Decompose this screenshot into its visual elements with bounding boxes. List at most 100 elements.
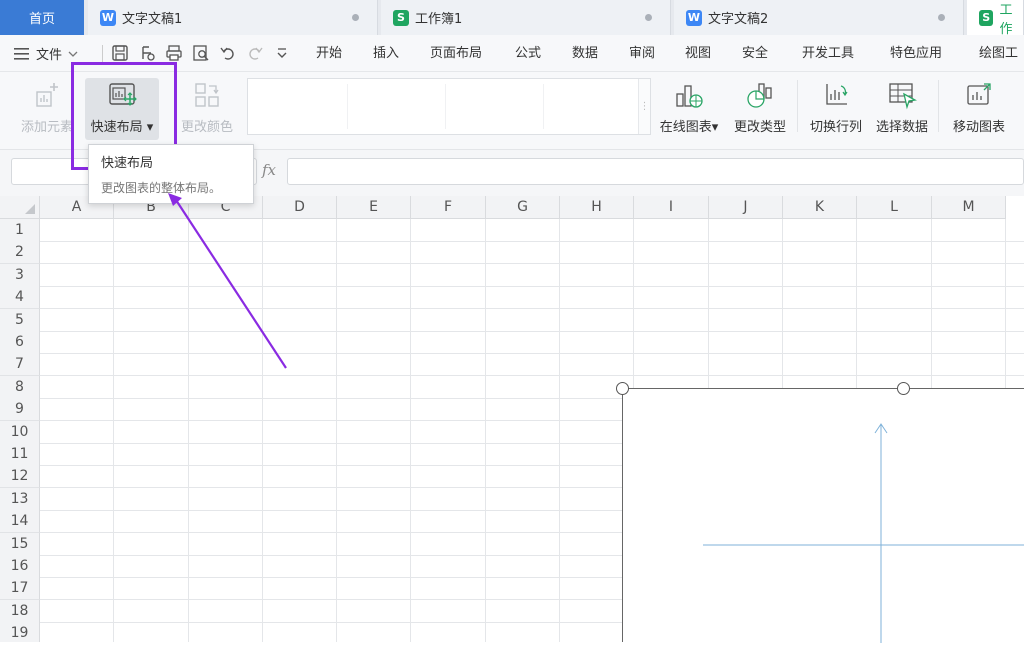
column-header[interactable]: J [709,196,783,219]
menu-view[interactable]: 视图 [685,35,711,72]
undo-icon[interactable] [219,44,237,62]
home-tab[interactable]: 首页 [0,0,84,35]
online-chart-button[interactable]: 在线图表▾ [656,78,722,140]
menu-insert[interactable]: 插入 [373,35,399,72]
row-header[interactable]: 1 [0,219,40,242]
tab-close-dot[interactable] [352,14,359,21]
online-chart-icon [676,85,703,108]
select-data-icon [889,83,917,110]
writer-icon: W [100,9,116,26]
menu-start[interactable]: 开始 [316,35,342,72]
switch-row-col-label: 切换行列 [809,120,862,135]
tab-close-dot[interactable] [938,14,945,21]
row-header[interactable]: 12 [0,465,40,488]
spreadsheet-icon: S [979,9,994,26]
switch-row-col-button[interactable]: 切换行列 [806,78,866,140]
tab-doc2[interactable]: W 文字文稿2 [674,0,964,35]
quick-layout-tooltip: 快速布局 更改图表的整体布局。 [88,144,254,204]
menu-formula[interactable]: 公式 [515,35,541,72]
customize-toolbar-icon[interactable] [273,44,291,62]
chart-style-gallery[interactable]: ⋮ [247,78,651,135]
menu-review[interactable]: 审阅 [629,35,655,72]
change-type-label: 更改类型 [733,120,786,135]
row-header[interactable]: 3 [0,264,40,287]
row-header[interactable]: 16 [0,555,40,578]
column-header[interactable]: L [857,196,932,219]
tab-workbook1[interactable]: S 工作簿1 [381,0,671,35]
select-all-corner[interactable] [0,196,40,219]
row-header[interactable]: 5 [0,309,40,332]
print-preview-icon[interactable] [192,44,210,62]
column-header[interactable]: E [337,196,411,219]
tab-workbook-active[interactable]: S 工作 [967,0,1024,35]
row-header[interactable]: 17 [0,577,40,600]
chart-resize-handle[interactable] [616,382,629,395]
file-menu[interactable]: 文件 [14,35,78,72]
menu-data[interactable]: 数据 [572,35,598,72]
row-header[interactable]: 18 [0,600,40,623]
style-option[interactable] [252,84,348,129]
row-header[interactable]: 15 [0,533,40,556]
row-header[interactable]: 6 [0,331,40,354]
row-header[interactable]: 9 [0,398,40,421]
chart-object[interactable] [622,388,1024,643]
row-header[interactable]: 4 [0,286,40,309]
change-color-button[interactable]: 更改颜色 [172,78,242,140]
column-header[interactable]: I [634,196,709,219]
function-icon[interactable]: fx [262,161,276,179]
change-color-icon [195,83,219,107]
row-header[interactable]: 7 [0,353,40,376]
menu-page-layout[interactable]: 页面布局 [430,35,482,72]
chevron-down-icon [68,51,78,57]
change-type-icon [747,83,772,108]
row-header[interactable]: 14 [0,510,40,533]
move-chart-icon [967,83,991,105]
tab-close-dot[interactable] [645,14,652,21]
row-header[interactable]: 11 [0,443,40,466]
column-header[interactable]: D [263,196,337,219]
style-option[interactable] [350,84,446,129]
spreadsheet-icon: S [393,9,409,26]
gallery-more-button[interactable]: ⋮ [638,79,650,134]
menu-special[interactable]: 特色应用 [890,35,942,72]
tooltip-title: 快速布局 [101,156,154,171]
column-header[interactable]: K [783,196,857,219]
menu-developer[interactable]: 开发工具 [802,35,854,72]
row-header[interactable]: 10 [0,421,40,444]
writer-icon: W [686,9,702,26]
move-chart-button[interactable]: 移动图表 [946,78,1012,140]
row-header[interactable]: 8 [0,376,40,399]
print-icon[interactable] [165,44,183,62]
redo-icon[interactable] [246,44,264,62]
row-header[interactable]: 13 [0,488,40,511]
tab-doc1[interactable]: W 文字文稿1 [88,0,378,35]
tab-bar: 首页 W 文字文稿1 S 工作簿1 W 文字文稿2 S 工作 [0,0,1024,35]
tab-label: 工作 [999,2,1013,36]
column-header[interactable]: G [486,196,560,219]
column-header[interactable]: M [932,196,1006,219]
select-data-button[interactable]: 选择数据 [872,78,932,140]
change-type-button[interactable]: 更改类型 [730,78,790,140]
add-element-label: 添加元素 [20,120,73,135]
style-option[interactable] [448,84,544,129]
tab-label: 文字文稿2 [708,12,769,27]
menu-drawing[interactable]: 绘图工 [979,35,1018,72]
hamburger-icon [14,47,29,60]
chart-axes [703,423,1024,643]
style-option[interactable] [546,84,642,129]
change-color-label: 更改颜色 [180,120,233,135]
row-header[interactable]: 2 [0,241,40,264]
online-chart-label: 在线图表▾ [659,120,719,135]
chart-resize-handle[interactable] [897,382,910,395]
column-header[interactable]: H [560,196,634,219]
row-header[interactable]: 19 [0,622,40,642]
menu-security[interactable]: 安全 [742,35,768,72]
column-header[interactable]: F [411,196,486,219]
export-icon[interactable] [139,44,157,62]
save-icon[interactable] [111,44,129,62]
move-chart-label: 移动图表 [952,120,1005,135]
formula-input[interactable] [287,158,1024,185]
switch-row-col-icon [826,84,848,105]
select-data-label: 选择数据 [875,120,928,135]
file-menu-label: 文件 [36,48,63,63]
